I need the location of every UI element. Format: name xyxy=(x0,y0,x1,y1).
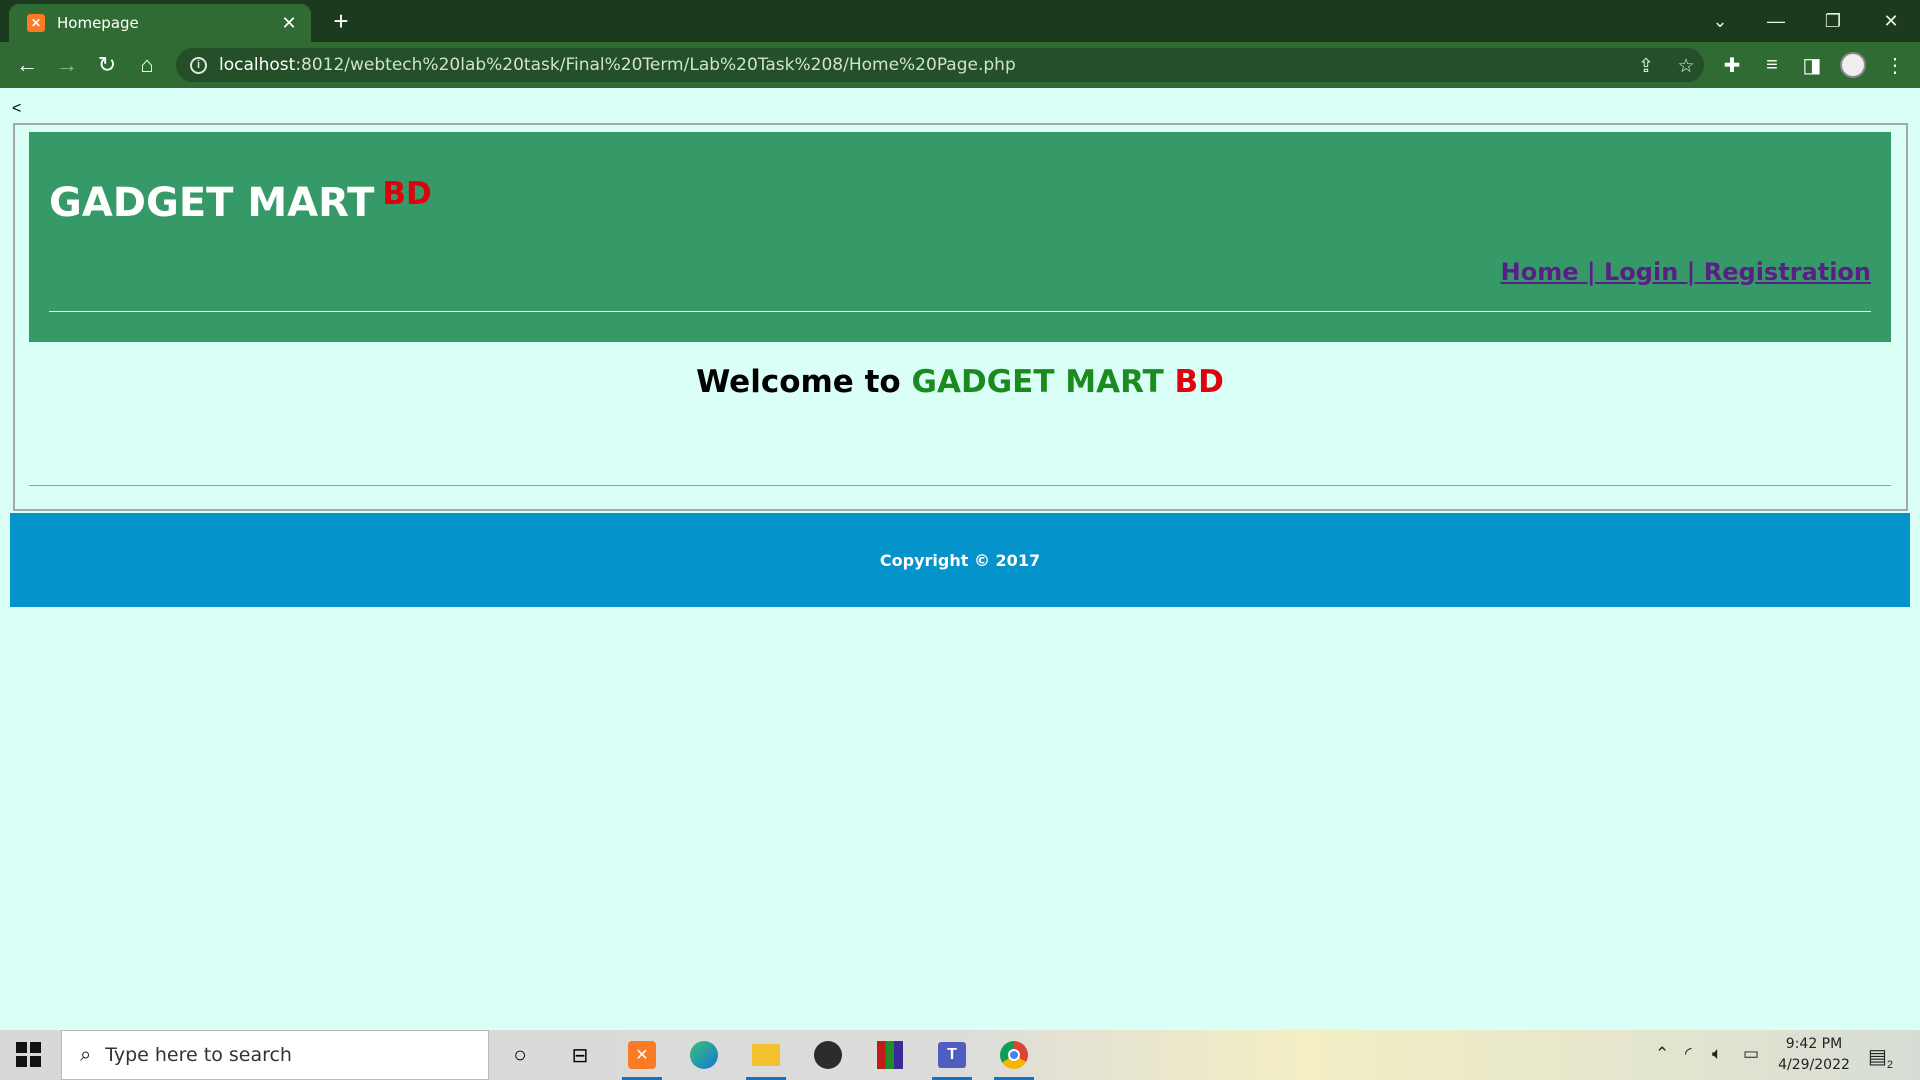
nav-separator: | xyxy=(1586,258,1596,286)
battery-icon[interactable]: ▭ xyxy=(1743,1044,1759,1064)
welcome-brand: GADGET MART xyxy=(911,364,1164,400)
site-logo: GADGET MART BD xyxy=(49,176,432,226)
site-footer: Copyright © 2017 xyxy=(10,513,1910,607)
close-tab-icon[interactable]: ✕ xyxy=(279,13,299,34)
back-icon[interactable]: ← xyxy=(12,50,42,80)
windows-start-icon[interactable] xyxy=(16,1042,42,1068)
menu-icon[interactable]: ⋮ xyxy=(1880,50,1910,80)
browser-toolbar: ← → ↻ ⌂ i localhost:8012/webtech%20lab%2… xyxy=(0,42,1920,88)
edge-icon[interactable] xyxy=(684,1035,724,1075)
nav-registration-link[interactable]: Registration xyxy=(1704,258,1871,286)
stray-text: < xyxy=(12,100,22,117)
share-icon[interactable]: ⇪ xyxy=(1632,55,1660,78)
show-hidden-icons-icon[interactable]: ⌃ xyxy=(1655,1044,1669,1064)
side-panel-icon[interactable]: ◨ xyxy=(1797,50,1827,80)
taskbar-clock[interactable]: 9:42 PM 4/29/2022 xyxy=(1775,1034,1853,1076)
media-control-icon[interactable]: ≡ xyxy=(1757,50,1787,80)
cortana-icon[interactable]: ○ xyxy=(500,1035,540,1075)
notification-icon[interactable]: ▤2 xyxy=(1868,1044,1893,1071)
nav-login-link[interactable]: Login xyxy=(1604,258,1678,286)
winrar-icon[interactable] xyxy=(870,1035,910,1075)
welcome-heading: Welcome to GADGET MART BD xyxy=(0,364,1920,400)
task-view-icon[interactable]: ⊟ xyxy=(560,1035,600,1075)
extensions-icon[interactable]: ✚ xyxy=(1717,50,1747,80)
clock-date: 4/29/2022 xyxy=(1778,1057,1850,1073)
bookmark-star-icon[interactable]: ☆ xyxy=(1672,55,1700,78)
taskbar-search-input[interactable]: ⌕ Type here to search xyxy=(61,1030,489,1080)
url-text[interactable]: localhost:8012/webtech%20lab%20task/Fina… xyxy=(219,55,1016,75)
reload-icon[interactable]: ↻ xyxy=(92,50,122,80)
browser-tab[interactable]: ✕ Homepage ✕ xyxy=(9,4,311,42)
search-icon: ⌕ xyxy=(80,1043,92,1066)
tab-title: Homepage xyxy=(57,14,139,32)
teams-icon[interactable]: T xyxy=(932,1035,972,1080)
welcome-prefix: Welcome to xyxy=(696,364,901,400)
nav-separator: | xyxy=(1686,258,1696,286)
main-nav: Home | Login | Registration xyxy=(1501,258,1871,286)
xampp-taskbar-icon[interactable]: ✕ xyxy=(622,1035,662,1080)
obs-icon[interactable] xyxy=(808,1035,848,1075)
file-explorer-icon[interactable] xyxy=(746,1035,786,1080)
address-bar[interactable]: i localhost:8012/webtech%20lab%20task/Fi… xyxy=(176,48,1704,82)
header-divider xyxy=(49,311,1871,312)
logo-suffix: BD xyxy=(382,176,432,212)
volume-icon[interactable]: 🔈︎ xyxy=(1712,1044,1722,1064)
windows-taskbar: ⌕ Type here to search ○ ⊟ ✕ T ⌃ ◜ 🔈︎ ▭ ▤… xyxy=(0,1030,1920,1080)
xampp-icon: ✕ xyxy=(27,14,45,32)
profile-avatar[interactable] xyxy=(1840,52,1866,78)
nav-home-link[interactable]: Home xyxy=(1501,258,1579,286)
chrome-icon[interactable] xyxy=(994,1035,1034,1080)
clock-time: 9:42 PM xyxy=(1785,1036,1843,1052)
new-tab-button[interactable]: + xyxy=(326,6,356,36)
close-window-button[interactable]: ✕ xyxy=(1871,6,1911,36)
content-divider xyxy=(29,485,1891,486)
minimize-button[interactable]: — xyxy=(1756,6,1796,36)
forward-icon[interactable]: → xyxy=(52,50,82,80)
restore-button[interactable]: ❐ xyxy=(1813,6,1853,36)
home-icon[interactable]: ⌂ xyxy=(132,50,162,80)
copyright-text: Copyright © 2017 xyxy=(879,550,1041,570)
tab-search-icon[interactable]: ⌄ xyxy=(1700,6,1740,36)
network-icon[interactable]: ◜ xyxy=(1685,1044,1692,1064)
welcome-bd: BD xyxy=(1174,364,1224,400)
notification-count: 2 xyxy=(1886,1059,1894,1071)
logo-main: GADGET MART xyxy=(49,180,375,226)
browser-tab-bar: ✕ Homepage ✕ + ⌄ — ❐ ✕ xyxy=(0,0,1920,42)
search-placeholder: Type here to search xyxy=(105,1044,292,1066)
site-info-icon[interactable]: i xyxy=(190,56,207,74)
